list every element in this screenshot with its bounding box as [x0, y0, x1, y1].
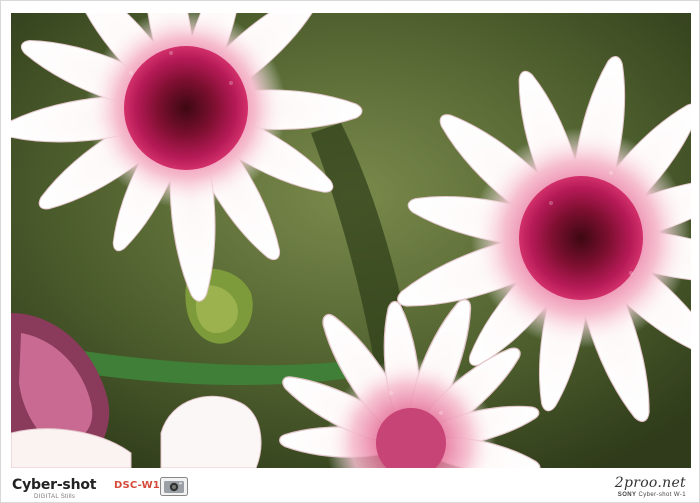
- photo-footer: Cyber-shot DIGITAL Stills DSC-W1 2proo.n…: [0, 470, 700, 503]
- credit-maker: SONY: [617, 492, 637, 498]
- brand-name: Cyber-shot: [12, 477, 97, 493]
- flower-illustration: [11, 13, 691, 468]
- credit-model: Cyber-shot W-1: [638, 492, 686, 498]
- camera-model: DSC-W1: [114, 480, 160, 491]
- camera-credit: SONY Cyber-shot W-1: [615, 492, 686, 498]
- camera-icon: [160, 477, 188, 496]
- brand-subtitle: DIGITAL Stills: [34, 494, 76, 500]
- flower-photo: [11, 13, 691, 468]
- camera-brand-logo: Cyber-shot DIGITAL Stills: [12, 477, 97, 500]
- site-name: 2proo.net: [614, 475, 686, 491]
- photo-frame: [0, 0, 700, 503]
- site-watermark: 2proo.net SONY Cyber-shot W-1: [615, 475, 686, 498]
